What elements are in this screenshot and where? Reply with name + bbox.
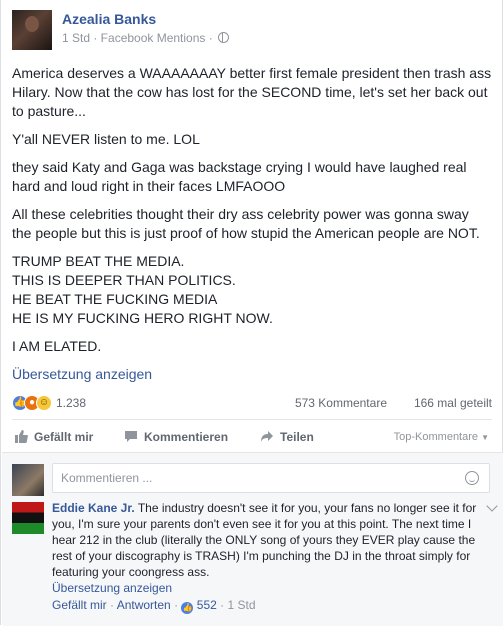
sort-label: Top-Kommentare — [393, 431, 479, 443]
post-caps-block: TRUMP BEAT THE MEDIA. THIS IS DEEPER THA… — [12, 252, 492, 328]
comment-placeholder: Kommentieren ... — [61, 471, 153, 485]
post-card: Azealia Banks 1 Std · Facebook Mentions … — [0, 0, 503, 626]
comment-count-link[interactable]: 573 Kommentare — [295, 396, 387, 410]
share-count-link[interactable]: 166 mal geteilt — [414, 396, 492, 410]
share-arrow-icon — [261, 431, 273, 442]
comment-time[interactable]: 1 Std — [227, 598, 255, 612]
post-paragraph: I AM ELATED. — [12, 338, 102, 354]
comment-options-chevron-icon[interactable] — [486, 500, 498, 512]
comment-like-link[interactable]: Gefällt mir — [52, 598, 107, 612]
comment-button[interactable]: Kommentieren — [124, 430, 228, 444]
comment-input[interactable]: Kommentieren ... — [52, 463, 490, 493]
post-paragraph: Y'all NEVER listen to me. LOL — [12, 131, 200, 147]
post-paragraph: they said Katy and Gaga was backstage cr… — [12, 159, 467, 194]
post-paragraph: America deserves a WAAAAAAAY better firs… — [12, 65, 492, 119]
comment-reply-link[interactable]: Antworten — [117, 598, 171, 612]
see-translation-link[interactable]: Übersetzung anzeigen — [12, 365, 492, 384]
commenter-avatar[interactable] — [12, 502, 44, 534]
comment-body: Eddie Kane Jr. The industry doesn't see … — [52, 500, 477, 614]
like-label: Gefällt mir — [34, 430, 94, 444]
share-button[interactable]: Teilen — [260, 430, 314, 444]
author-avatar[interactable] — [12, 10, 52, 50]
comment-section: Kommentieren ... Eddie Kane Jr. The indu… — [2, 452, 503, 626]
commenter-name[interactable]: Eddie Kane Jr. — [52, 501, 135, 515]
divider — [12, 419, 492, 420]
reaction-count[interactable]: 1.238 — [56, 396, 86, 410]
share-label: Teilen — [280, 430, 314, 444]
post-line: THIS IS DEEPER THAN POLITICS. — [12, 272, 236, 288]
comment-like-icon: 👍 — [181, 602, 194, 614]
reactions-bar: 👍 ● ☺ 1.238 573 Kommentare 166 mal getei… — [12, 394, 492, 412]
post-meta: 1 Std · Facebook Mentions · — [62, 31, 230, 45]
comment-actions: Gefällt mir · Antworten · 👍 552 · 1 Std — [52, 598, 256, 614]
haha-reaction-icon[interactable]: ☺ — [36, 395, 52, 411]
sort-comments-dropdown[interactable]: Top-Kommentare ▼ — [394, 431, 489, 443]
comment-see-translation-link[interactable]: Übersetzung anzeigen — [52, 580, 477, 596]
post-body: America deserves a WAAAAAAAY better firs… — [12, 64, 492, 384]
viewer-avatar — [12, 464, 44, 496]
comment-like-count[interactable]: 552 — [197, 598, 217, 612]
comment-label: Kommentieren — [144, 430, 229, 444]
post-line: HE BEAT THE FUCKING MEDIA — [12, 291, 218, 307]
action-bar: Gefällt mir Kommentieren Teilen Top-Komm… — [12, 425, 492, 451]
post-line: HE IS MY FUCKING HERO RIGHT NOW. — [12, 310, 273, 326]
globe-icon — [218, 32, 230, 43]
caret-down-icon: ▼ — [481, 433, 489, 442]
post-line: TRUMP BEAT THE MEDIA. — [12, 253, 185, 269]
thumbs-up-icon — [15, 430, 28, 443]
like-button[interactable]: Gefällt mir — [14, 430, 93, 444]
post-paragraph: All these celebrities thought their dry … — [12, 206, 480, 241]
emoji-icon[interactable] — [465, 471, 479, 485]
author-name[interactable]: Azealia Banks — [62, 11, 156, 27]
comment-icon — [125, 431, 137, 442]
post-meta-text[interactable]: 1 Std · Facebook Mentions · — [62, 31, 213, 45]
